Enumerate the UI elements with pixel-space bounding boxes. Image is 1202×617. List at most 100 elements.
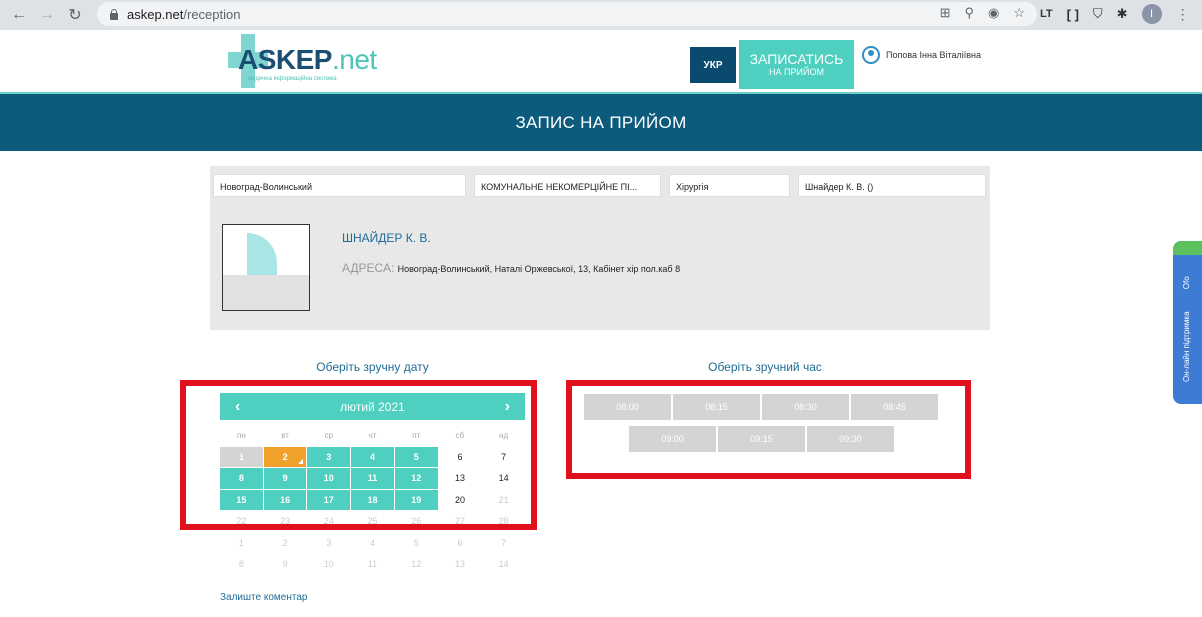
book-appointment-button[interactable]: ЗАПИСАТИСЬ НА ПРИЙОМ	[739, 40, 854, 89]
extension-bracket-icon[interactable]: [ ]	[1067, 7, 1079, 22]
calendar-week: 22 23 24 25 26 27 28	[220, 511, 525, 532]
calendar-day[interactable]: 17	[307, 489, 351, 510]
profile-avatar[interactable]: I	[1141, 4, 1162, 24]
logo-text: ASKEP.net	[238, 44, 377, 75]
calendar-day: 1	[238, 537, 244, 548]
calendar-day-selected[interactable]: 2	[263, 446, 307, 467]
calendar-day: 13	[454, 559, 465, 570]
calendar-day: 8	[238, 559, 244, 570]
city-select[interactable]: Новоград-Волинський	[213, 174, 466, 197]
calendar-day: 27	[454, 516, 465, 527]
address-bar[interactable]: askep.net/reception ⊞ ⚲ ◉ ☆	[97, 2, 1037, 26]
time-picker-label: Оберіть зручний час	[708, 360, 822, 374]
url-path: /reception	[183, 6, 241, 22]
browser-toolbar: ← → ↻ askep.net/reception ⊞ ⚲ ◉ ☆ LT [ ]…	[0, 0, 1202, 30]
url-host: askep.net	[127, 6, 184, 22]
doctor-name: ШНАЙДЕР К. В.	[342, 231, 431, 245]
time-slot-button[interactable]: 09:30	[807, 426, 894, 452]
calendar-day[interactable]: 16	[263, 489, 307, 510]
address-value: Новоград-Волинський, Наталі Оржевської, …	[397, 264, 681, 274]
calendar-day: 9	[282, 559, 288, 570]
calendar-day: 23	[280, 516, 291, 527]
time-slot-button[interactable]: 08:45	[851, 394, 938, 420]
browser-menu-icon[interactable]: ⋮	[1176, 6, 1190, 23]
calendar-day[interactable]: 12	[394, 468, 438, 489]
calendar-day: 11	[367, 559, 378, 570]
support-label: Он-лайн підтримка Ofo	[1182, 276, 1191, 382]
calendar-month: лютий 2021	[340, 399, 405, 414]
doctor-photo	[222, 224, 310, 311]
forward-arrow-icon[interactable]: →	[36, 4, 58, 26]
weekday-row: пн вт ср чт пт сб нд	[220, 425, 525, 446]
calendar-day: 22	[236, 516, 247, 527]
calendar-day: 10	[323, 559, 334, 570]
calendar-day: 6	[457, 451, 463, 462]
calendar-day[interactable]: 15	[220, 489, 263, 510]
lock-icon	[109, 8, 119, 20]
user-menu[interactable]: Попова Інна Віталіївна	[862, 46, 981, 64]
calendar-day[interactable]: 19	[394, 489, 438, 510]
time-slot-button[interactable]: 09:15	[718, 426, 805, 452]
chevron-right-icon[interactable]: ›	[505, 398, 510, 416]
calendar-day: 1	[220, 446, 263, 467]
weekday-label: пн	[236, 430, 246, 440]
calendar-day: 25	[367, 516, 378, 527]
calendar-week: 15 16 17 18 19 20 21	[220, 489, 525, 510]
calendar-day: 26	[411, 516, 422, 527]
calendar-day[interactable]: 4	[351, 446, 394, 467]
weekday-label: пт	[412, 430, 421, 440]
support-status-indicator	[1173, 241, 1202, 255]
calendar-week: 1 2 3 4 5 6 7	[220, 533, 525, 554]
online-support-tab[interactable]: Он-лайн підтримка Ofo	[1173, 241, 1202, 404]
doctor-address: АДРЕСА: Новоград-Волинський, Наталі Орже…	[342, 261, 680, 275]
back-arrow-icon[interactable]: ←	[8, 4, 30, 26]
specialty-select[interactable]: Хірургія	[669, 174, 790, 197]
zoom-icon[interactable]: ⚲	[964, 5, 974, 21]
calendar-day: 28	[498, 516, 509, 527]
calendar-day[interactable]: 8	[220, 468, 263, 489]
site-header: ASKEP.net медична інформаційна система У…	[0, 30, 1202, 92]
calendar-week: 8 9 10 11 12 13 14	[220, 554, 525, 575]
logo-tagline: медична інформаційна система	[248, 76, 337, 82]
eye-off-icon[interactable]: ◉	[988, 5, 999, 21]
calendar-day[interactable]: 9	[263, 468, 307, 489]
calendar-day: 4	[370, 537, 376, 548]
calendar-day[interactable]: 18	[351, 489, 394, 510]
calendar-day[interactable]: 11	[351, 468, 394, 489]
calendar-day: 3	[326, 537, 332, 548]
doctor-info-panel: Новоград-Волинський КОМУНАЛЬНЕ НЕКОМЕРЦІ…	[210, 166, 990, 330]
calendar-day: 24	[323, 516, 334, 527]
chevron-left-icon[interactable]: ‹	[235, 398, 240, 416]
calendar-day: 7	[501, 451, 507, 462]
askep-logo[interactable]: ASKEP.net медична інформаційна система	[228, 34, 378, 90]
bookmark-star-icon[interactable]: ☆	[1013, 5, 1025, 21]
extension-shield-icon[interactable]: ⛉	[1093, 6, 1103, 22]
institution-select[interactable]: КОМУНАЛЬНЕ НЕКОМЕРЦІЙНЕ ПІ...	[474, 174, 661, 197]
time-slot-button[interactable]: 08:00	[584, 394, 671, 420]
calendar-day[interactable]: 10	[307, 468, 351, 489]
time-slot-button[interactable]: 09:00	[629, 426, 716, 452]
time-slot-button[interactable]: 08:15	[673, 394, 760, 420]
weekday-label: нд	[499, 430, 509, 440]
calendar-day: 21	[498, 494, 509, 505]
book-button-line1: ЗАПИСАТИСЬ	[749, 51, 844, 67]
calendar-day: 5	[413, 537, 419, 548]
language-button[interactable]: УКР	[690, 47, 736, 83]
user-name: Попова Інна Віталіївна	[886, 50, 982, 60]
page-title: ЗАПИС НА ПРИЙОМ	[515, 112, 687, 132]
weekday-label: чт	[368, 430, 377, 440]
time-slot-button[interactable]: 08:30	[762, 394, 849, 420]
weekday-label: вт	[281, 430, 289, 440]
translate-icon[interactable]: ⊞	[940, 5, 951, 21]
calendar-day: 13	[454, 473, 465, 484]
weekday-label: сб	[455, 430, 465, 440]
extensions-puzzle-icon[interactable]: ✱	[1117, 6, 1128, 22]
calendar-day[interactable]: 3	[307, 446, 351, 467]
calendar-day: 6	[457, 537, 463, 548]
calendar-grid: пн вт ср чт пт сб нд 1 2 3 4 5 6 7 8 9 10 11 12 13 14 15 16 17 1…	[220, 425, 525, 576]
doctor-select[interactable]: Шнайдер К. В. ()	[798, 174, 986, 197]
calendar-day[interactable]: 5	[394, 446, 438, 467]
reload-icon[interactable]: ↻	[64, 4, 86, 26]
calendar-day: 12	[411, 559, 422, 570]
extension-lt-icon[interactable]: LT	[1040, 8, 1053, 20]
